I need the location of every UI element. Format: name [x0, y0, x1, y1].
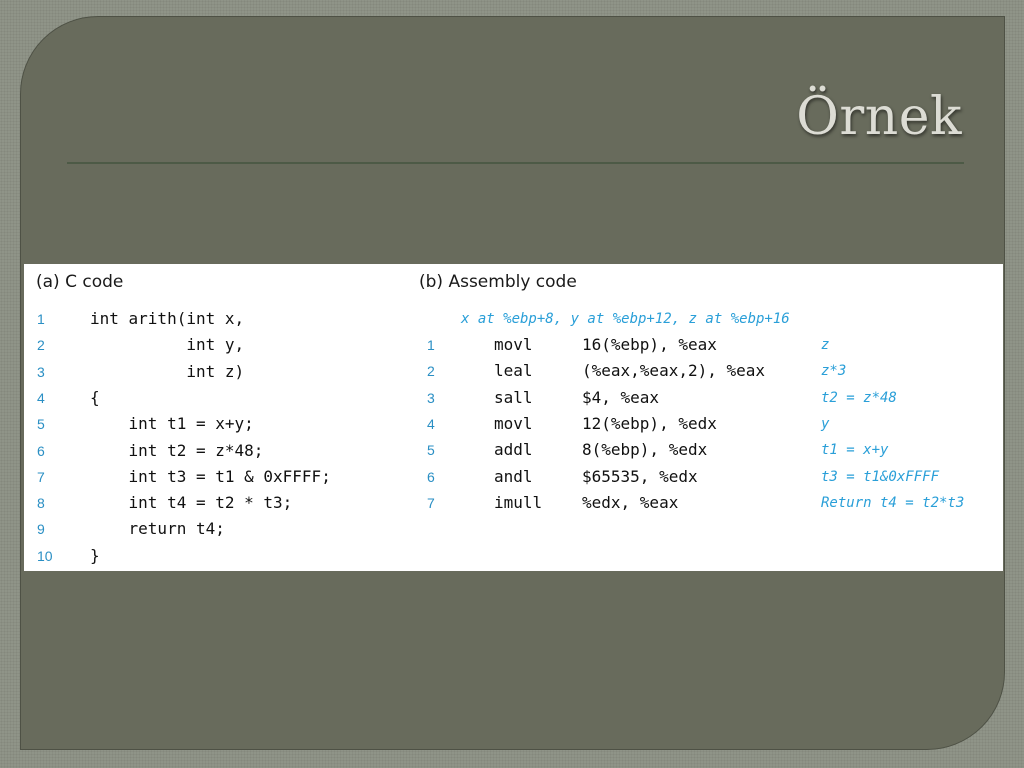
- title-divider: [67, 162, 964, 164]
- line-number: 6: [37, 442, 45, 459]
- assembly-opcode: sall: [494, 387, 533, 407]
- c-code-text: }: [90, 545, 100, 565]
- line-number: 5: [37, 416, 45, 433]
- assembly-comment: y: [821, 415, 830, 432]
- c-code-text: int t3 = t1 & 0xFFFF;: [90, 466, 331, 486]
- assembly-header-comment: x at %ebp+8, y at %ebp+12, z at %ebp+16: [461, 311, 790, 327]
- assembly-comment: t2 = z*48: [821, 389, 897, 406]
- assembly-opcode: addl: [494, 440, 533, 460]
- assembly-operands: $65535, %edx: [582, 466, 698, 486]
- c-code-text: return t4;: [90, 519, 225, 539]
- line-number: 1: [427, 337, 435, 353]
- assembly-operands: 8(%ebp), %edx: [582, 440, 708, 460]
- line-number: 2: [427, 363, 435, 380]
- c-code-text: int z): [90, 361, 245, 381]
- assembly-comment: t3 = t1&0xFFFF: [821, 468, 940, 485]
- assembly-comment: Return t4 = t2*t3: [821, 494, 965, 511]
- assembly-opcode: leal: [494, 361, 533, 381]
- line-number: 8: [37, 495, 45, 512]
- line-number: 3: [37, 363, 45, 380]
- c-code-heading: (a) C code: [36, 272, 124, 292]
- assembly-operands: 12(%ebp), %edx: [582, 413, 717, 433]
- c-code-text: int t4 = t2 * t3;: [90, 493, 293, 513]
- assembly-operands: $4, %eax: [582, 387, 660, 407]
- assembly-code-heading: (b) Assembly code: [419, 272, 577, 292]
- line-number: 5: [427, 442, 435, 459]
- slide-title: Örnek: [796, 87, 962, 147]
- line-number: 6: [427, 468, 435, 485]
- assembly-opcode: imull: [494, 492, 543, 512]
- assembly-operands: %edx, %eax: [582, 492, 679, 512]
- c-code-text: int t2 = z*48;: [90, 440, 264, 460]
- code-figure: (a) C code (b) Assembly code 1 int arith(…: [24, 264, 1003, 571]
- line-number: 4: [427, 415, 435, 432]
- assembly-opcode: movl: [494, 335, 533, 354]
- assembly-comment: z: [821, 337, 830, 353]
- line-number: 9: [37, 521, 45, 538]
- line-number: 1: [37, 311, 45, 327]
- line-number: 3: [427, 389, 435, 406]
- c-code-text: int y,: [90, 335, 245, 355]
- assembly-operands: 16(%ebp), %eax: [582, 335, 717, 354]
- c-code-text: int arith(int x,: [90, 309, 245, 328]
- line-number: 2: [37, 337, 45, 354]
- assembly-opcode: movl: [494, 413, 533, 433]
- line-number: 10: [37, 547, 53, 564]
- c-code-text: int t1 = x+y;: [90, 414, 254, 434]
- line-number: 7: [37, 468, 45, 485]
- assembly-comment: t1 = x+y: [821, 442, 889, 459]
- assembly-comment: z*3: [821, 363, 847, 380]
- c-code-text: {: [90, 387, 100, 407]
- assembly-operands: (%eax,%eax,2), %eax: [582, 361, 766, 381]
- assembly-opcode: andl: [494, 466, 533, 486]
- line-number: 7: [427, 494, 435, 511]
- line-number: 4: [37, 389, 45, 406]
- slide: Örnek (a) C code (b) Assembly code 1 int …: [20, 16, 1005, 750]
